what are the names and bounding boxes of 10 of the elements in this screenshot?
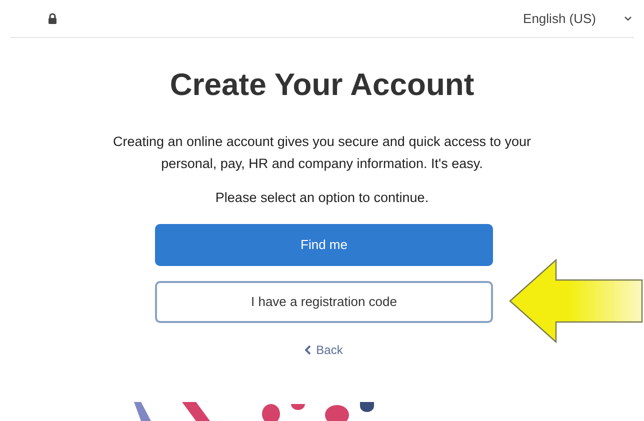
back-link[interactable]: Back [305, 340, 343, 359]
page-title: Create Your Account [168, 66, 476, 104]
intro-text: Creating an online account gives you secure and quick access to your personal, pay, HR and company information. It's easy. [112, 132, 532, 173]
lock-icon [48, 13, 57, 24]
chevron-left-icon [305, 344, 312, 355]
language-selector[interactable]: English (US) [523, 8, 596, 28]
prompt-text: Please select an option to continue. [214, 188, 430, 207]
find-me-button[interactable]: Find me [155, 224, 493, 266]
chevron-down-icon[interactable] [624, 16, 632, 21]
registration-code-button[interactable]: I have a registration code [155, 280, 493, 323]
